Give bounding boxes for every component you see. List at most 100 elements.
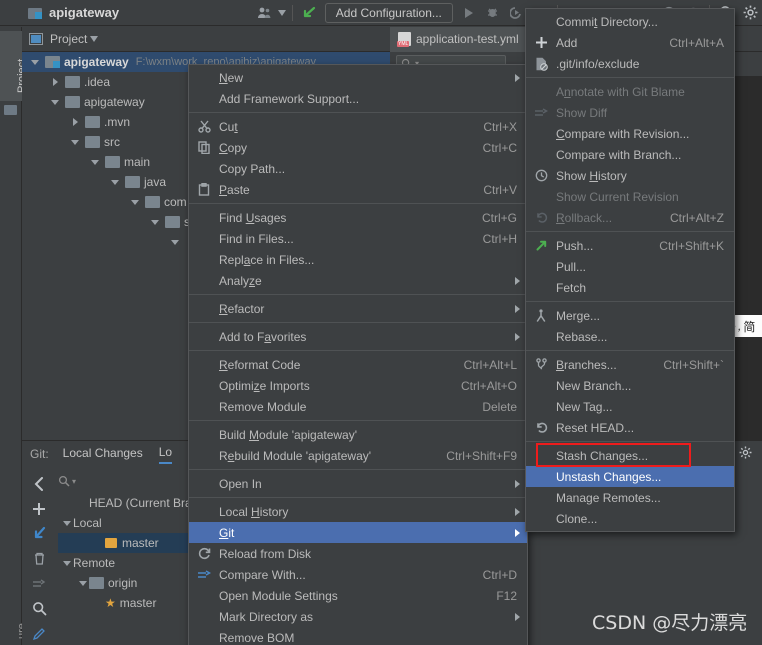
chevron-right-icon[interactable] [70, 117, 81, 128]
sidebar-tab-project[interactable]: Project [0, 31, 28, 101]
git-submenu[interactable]: Commit Directory... Add Ctrl+Alt+A .git/inf… [525, 8, 735, 532]
git-menu-item-add[interactable]: Add Ctrl+Alt+A [526, 32, 734, 53]
menu-item-build-module-apigateway[interactable]: Build Module 'apigateway' [189, 424, 527, 445]
menu-item-reformat-code[interactable]: Reformat Code Ctrl+Alt+L [189, 354, 527, 375]
structure-folder-icon[interactable] [4, 105, 17, 115]
chevron-down-icon[interactable] [170, 237, 181, 248]
menu-item-rebuild-module-apigateway[interactable]: Rebuild Module 'apigateway' Ctrl+Shift+F9 [189, 445, 527, 466]
menu-item-add-to-favorites[interactable]: Add to Favorites [189, 326, 527, 347]
menu-item-local-history[interactable]: Local History [189, 501, 527, 522]
menu-item-optimize-imports[interactable]: Optimize Imports Ctrl+Alt+O [189, 375, 527, 396]
menu-item-icon-slot [195, 249, 213, 270]
git-menu-item-show-history[interactable]: Show History [526, 165, 734, 186]
menu-item-cut[interactable]: Cut Ctrl+X [189, 116, 527, 137]
chevron-down-icon[interactable] [78, 578, 89, 589]
chevron-down-icon[interactable] [110, 177, 121, 188]
back-arrow-icon[interactable] [297, 1, 321, 25]
branch-row-headcurrentbran[interactable]: HEAD (Current Bran [58, 493, 208, 513]
menu-item-find-usages[interactable]: Find Usages Ctrl+G [189, 207, 527, 228]
branch-row-local[interactable]: Local [58, 513, 208, 533]
tab-log[interactable]: Lo [158, 445, 173, 464]
run-icon[interactable] [457, 1, 481, 25]
branch-search-input[interactable]: ▾ [58, 471, 208, 491]
branch-row-master[interactable]: master [58, 533, 208, 553]
chevron-down-icon[interactable] [90, 157, 101, 168]
menu-item-copy[interactable]: Copy Ctrl+C [189, 137, 527, 158]
menu-item-add-framework-support[interactable]: Add Framework Support... [189, 88, 527, 109]
menu-item-git[interactable]: Git [189, 522, 527, 543]
branch-row-origin[interactable]: origin [58, 573, 208, 593]
menu-item-new[interactable]: New [189, 67, 527, 88]
menu-item-remove-bom[interactable]: Remove BOM [189, 627, 527, 645]
branch-row-master[interactable]: ★ master [58, 593, 208, 613]
tab-local-changes[interactable]: Local Changes [63, 446, 143, 463]
git-menu-item-branches[interactable]: Branches... Ctrl+Shift+` [526, 354, 734, 375]
compare-icon[interactable] [26, 571, 52, 596]
debug-icon[interactable] [481, 1, 505, 25]
menu-item-analyze[interactable]: Analyze [189, 270, 527, 291]
menu-item-refactor[interactable]: Refactor [189, 298, 527, 319]
search-icon[interactable] [26, 596, 52, 621]
branch-row-remote[interactable]: Remote [58, 553, 208, 573]
menu-item-shortcut: Delete [482, 399, 517, 414]
git-menu-item-push[interactable]: Push... Ctrl+Shift+K [526, 235, 734, 256]
git-menu-item-merge[interactable]: Merge... [526, 305, 734, 326]
menu-item-open-module-settings[interactable]: Open Module Settings F12 [189, 585, 527, 606]
git-menu-item-stash-changes[interactable]: Stash Changes... [526, 445, 734, 466]
git-menu-item-clone[interactable]: Clone... [526, 508, 734, 529]
add-icon[interactable] [26, 496, 52, 521]
menu-item-icon-slot [195, 298, 213, 319]
menu-item-label: Clone... [556, 511, 598, 526]
checkout-icon[interactable] [26, 521, 52, 546]
chevron-down-icon[interactable] [70, 137, 81, 148]
chevron-down-icon[interactable] [87, 29, 101, 49]
git-menu-item-compare-with-revision[interactable]: Compare with Revision... [526, 123, 734, 144]
menu-item-open-in[interactable]: Open In [189, 473, 527, 494]
menu-separator [189, 469, 527, 470]
git-menu-item-compare-with-branch[interactable]: Compare with Branch... [526, 144, 734, 165]
menu-item-find-in-files[interactable]: Find in Files... Ctrl+H [189, 228, 527, 249]
git-menu-item-reset-head[interactable]: Reset HEAD... [526, 417, 734, 438]
chevron-down-icon[interactable] [62, 558, 73, 569]
chevron-down-icon[interactable] [62, 518, 73, 529]
editor-tab-application-test-yml[interactable]: application-test.yml [390, 26, 527, 52]
menu-item-remove-module[interactable]: Remove Module Delete [189, 396, 527, 417]
menu-item-compare-with[interactable]: Compare With... Ctrl+D [189, 564, 527, 585]
menu-item-mark-directory-as[interactable]: Mark Directory as [189, 606, 527, 627]
merge-icon [532, 305, 550, 326]
git-menu-item-git-info-exclude[interactable]: .git/info/exclude [526, 53, 734, 74]
git-menu-item-unstash-changes[interactable]: Unstash Changes... [526, 466, 734, 487]
add-configuration-button[interactable]: Add Configuration... [324, 2, 453, 23]
left-tool-strip: Project ure [0, 27, 28, 645]
chevron-down-icon[interactable] [50, 97, 61, 108]
people-icon[interactable] [253, 1, 277, 25]
delete-icon[interactable] [26, 546, 52, 571]
git-menu-item-commit-directory[interactable]: Commit Directory... [526, 11, 734, 32]
git-menu-item-new-tag[interactable]: New Tag... [526, 396, 734, 417]
chevron-down-icon[interactable] [277, 1, 288, 25]
git-menu-item-fetch[interactable]: Fetch [526, 277, 734, 298]
context-menu[interactable]: New Add Framework Support... Cut Ctrl+X Copy… [188, 64, 528, 645]
chevron-right-icon[interactable] [50, 77, 61, 88]
git-menu-item-new-branch[interactable]: New Branch... [526, 375, 734, 396]
menu-item-shortcut: F12 [496, 588, 517, 603]
edit-icon[interactable] [26, 621, 52, 645]
menu-item-paste[interactable]: Paste Ctrl+V [189, 179, 527, 200]
project-panel-title[interactable]: Project [50, 32, 87, 46]
menu-item-copy-path[interactable]: Copy Path... [189, 158, 527, 179]
menu-item-icon-slot [195, 424, 213, 445]
git-menu-item-pull[interactable]: Pull... [526, 256, 734, 277]
chevron-down-icon[interactable] [130, 197, 141, 208]
settings-icon[interactable] [738, 1, 762, 25]
collapse-left-icon[interactable] [26, 471, 52, 496]
git-menu-item-rebase[interactable]: Rebase... [526, 326, 734, 347]
menu-item-reload-from-disk[interactable]: Reload from Disk [189, 543, 527, 564]
chevron-down-icon[interactable] [30, 57, 41, 68]
tree-node-label: java [144, 175, 167, 189]
sidebar-tab-structure[interactable]: ure [0, 597, 28, 643]
git-menu-item-manage-remotes[interactable]: Manage Remotes... [526, 487, 734, 508]
menu-item-replace-in-files[interactable]: Replace in Files... [189, 249, 527, 270]
settings-icon[interactable] [739, 446, 752, 462]
chevron-down-icon[interactable] [150, 217, 161, 228]
